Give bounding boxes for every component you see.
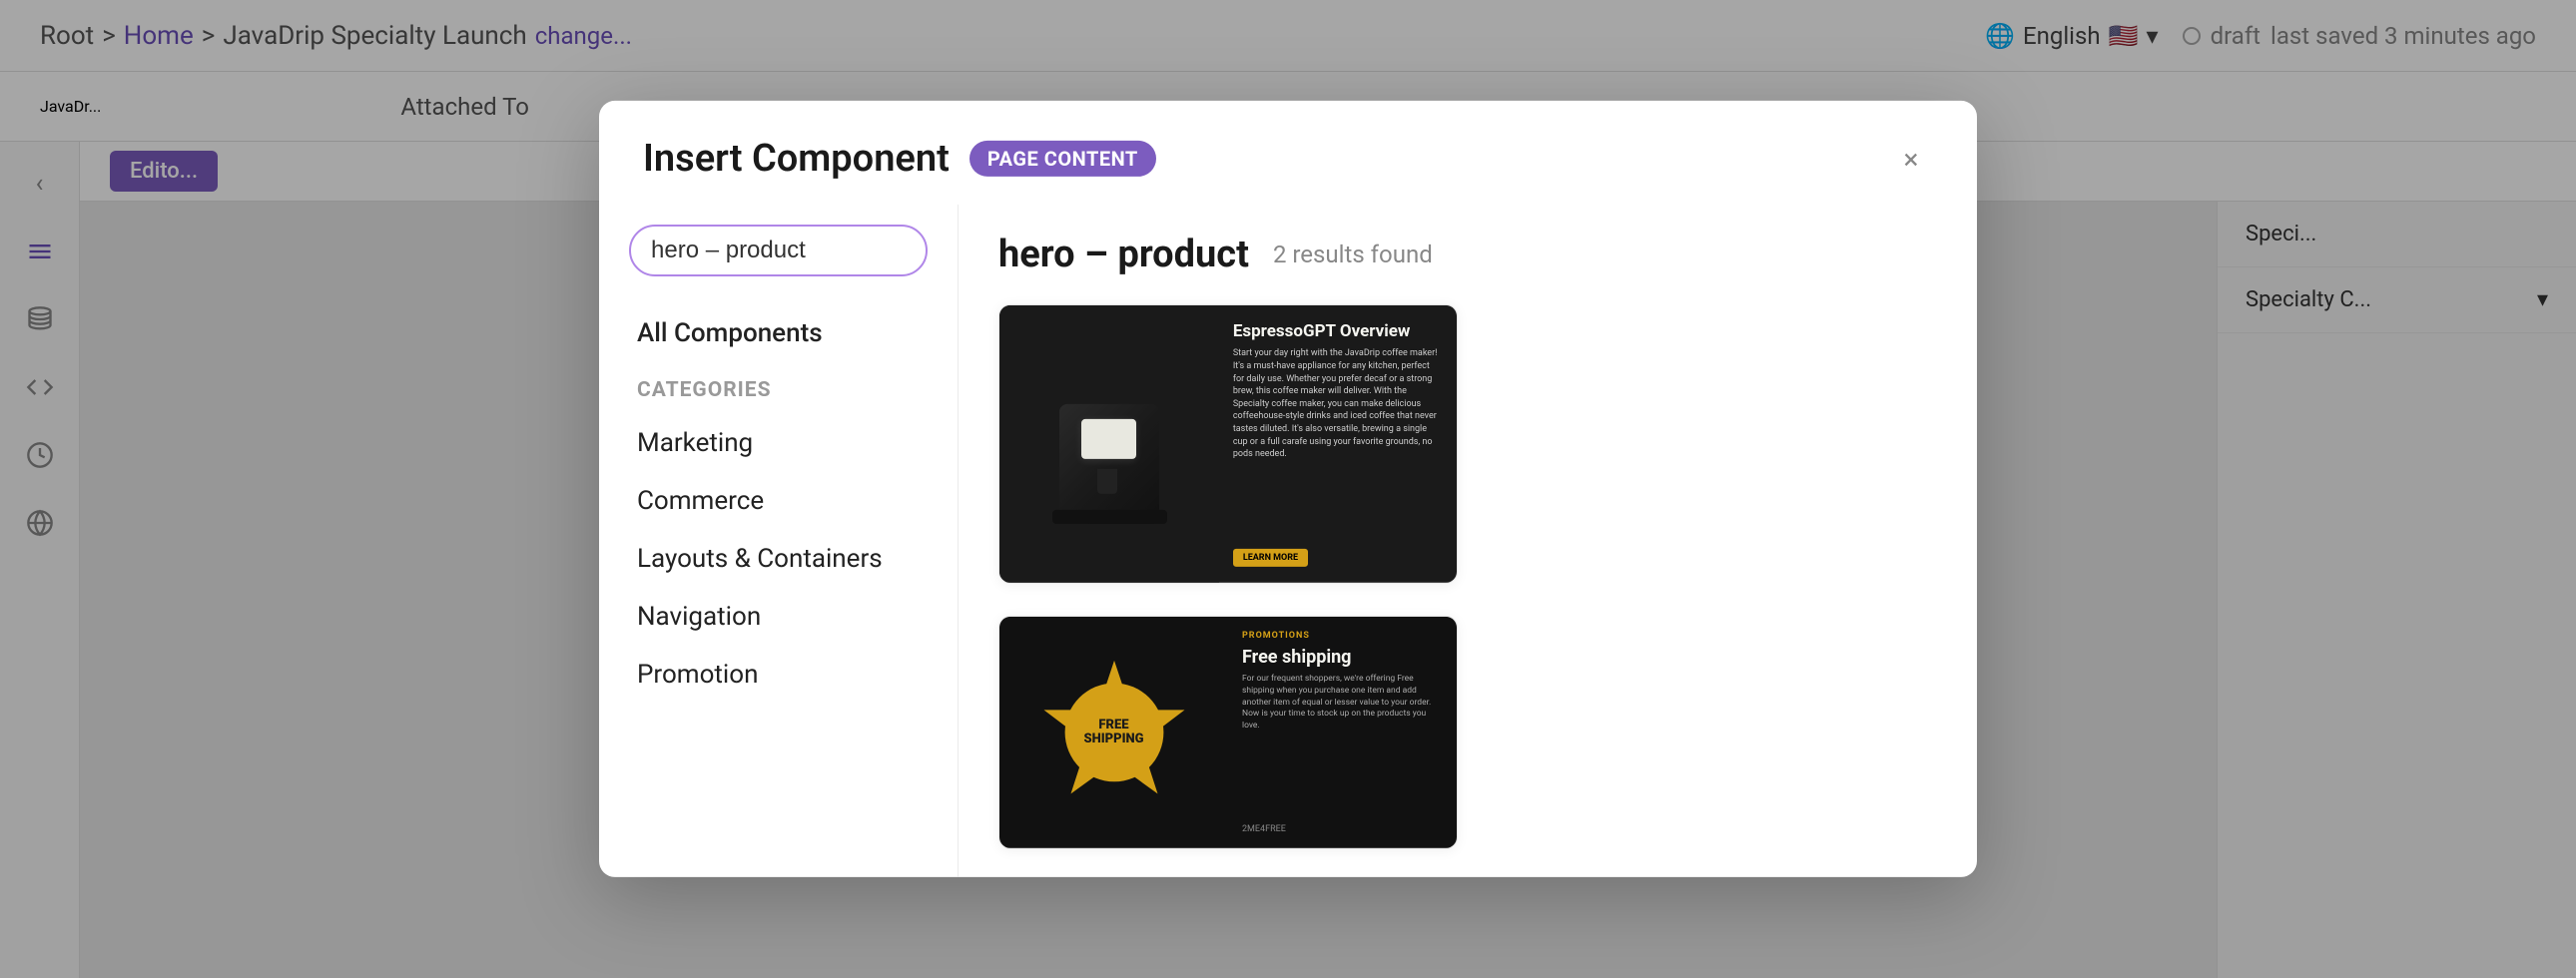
hero-product-cta: LEARN MORE xyxy=(1233,549,1308,567)
card-preview-hero-promo: FREESHIPPING PROMOTIONS Free shipping Fo… xyxy=(999,617,1457,848)
close-button[interactable]: × xyxy=(1889,137,1933,181)
modal-title: Insert Component xyxy=(643,137,950,181)
nav-item-marketing[interactable]: Marketing xyxy=(629,414,928,472)
promo-label: PROMOTIONS xyxy=(1242,631,1443,641)
hero-product-image xyxy=(999,305,1219,583)
cards-grid: EspressoGPT Overview Start your day righ… xyxy=(998,304,1937,849)
card-footer-hero-product: Hero – Product (uc) i published ··· xyxy=(999,583,1457,584)
machine-body xyxy=(1059,404,1159,524)
modal-body: × All Components CATEGORIES Marketing Co… xyxy=(599,205,1977,877)
nav-all-components[interactable]: All Components xyxy=(629,304,928,362)
hero-product-text: EspressoGPT Overview Start your day righ… xyxy=(1219,305,1457,583)
machine-screen xyxy=(1081,419,1136,459)
component-card-hero-product[interactable]: EspressoGPT Overview Start your day righ… xyxy=(998,304,1458,584)
insert-component-modal: Insert Component PAGE CONTENT × × All Co… xyxy=(599,101,1977,877)
nav-item-promotion[interactable]: Promotion xyxy=(629,646,928,704)
promo-code: 2ME4FREE xyxy=(1242,824,1443,834)
machine-base xyxy=(1052,510,1167,524)
modal-header: Insert Component PAGE CONTENT × xyxy=(599,101,1977,205)
hero-promo-left: FREESHIPPING xyxy=(999,617,1228,848)
promo-body: For our frequent shoppers, we're offerin… xyxy=(1242,674,1443,814)
machine-spout xyxy=(1097,469,1117,494)
nav-item-commerce[interactable]: Commerce xyxy=(629,472,928,530)
card-preview-hero-product: EspressoGPT Overview Start your day righ… xyxy=(999,305,1457,583)
search-input[interactable] xyxy=(651,237,959,264)
hero-product-heading: EspressoGPT Overview xyxy=(1233,321,1443,341)
card-footer-hero-promo: Hero – Promotion (uc) i published ··· xyxy=(999,848,1457,849)
page-content-badge: PAGE CONTENT xyxy=(969,141,1156,177)
coffee-machine-icon xyxy=(1044,364,1174,524)
modal-left-panel: × All Components CATEGORIES Marketing Co… xyxy=(599,205,959,877)
results-count: 2 results found xyxy=(1273,241,1433,268)
nav-item-layouts[interactable]: Layouts & Containers xyxy=(629,530,928,588)
results-title: hero – product xyxy=(998,233,1249,276)
modal-right-panel: hero – product 2 results found xyxy=(959,205,1977,877)
search-box: × xyxy=(629,225,928,276)
hero-promo-right: PROMOTIONS Free shipping For our frequen… xyxy=(1228,617,1457,848)
promo-heading: Free shipping xyxy=(1242,647,1443,668)
nav-item-navigation[interactable]: Navigation xyxy=(629,588,928,646)
categories-label: CATEGORIES xyxy=(629,370,928,414)
hero-product-body: Start your day right with the JavaDrip c… xyxy=(1233,347,1443,542)
results-header: hero – product 2 results found xyxy=(998,233,1937,276)
component-card-hero-promo[interactable]: FREESHIPPING PROMOTIONS Free shipping Fo… xyxy=(998,616,1458,849)
promo-badge-text: FREESHIPPING xyxy=(1083,719,1143,747)
